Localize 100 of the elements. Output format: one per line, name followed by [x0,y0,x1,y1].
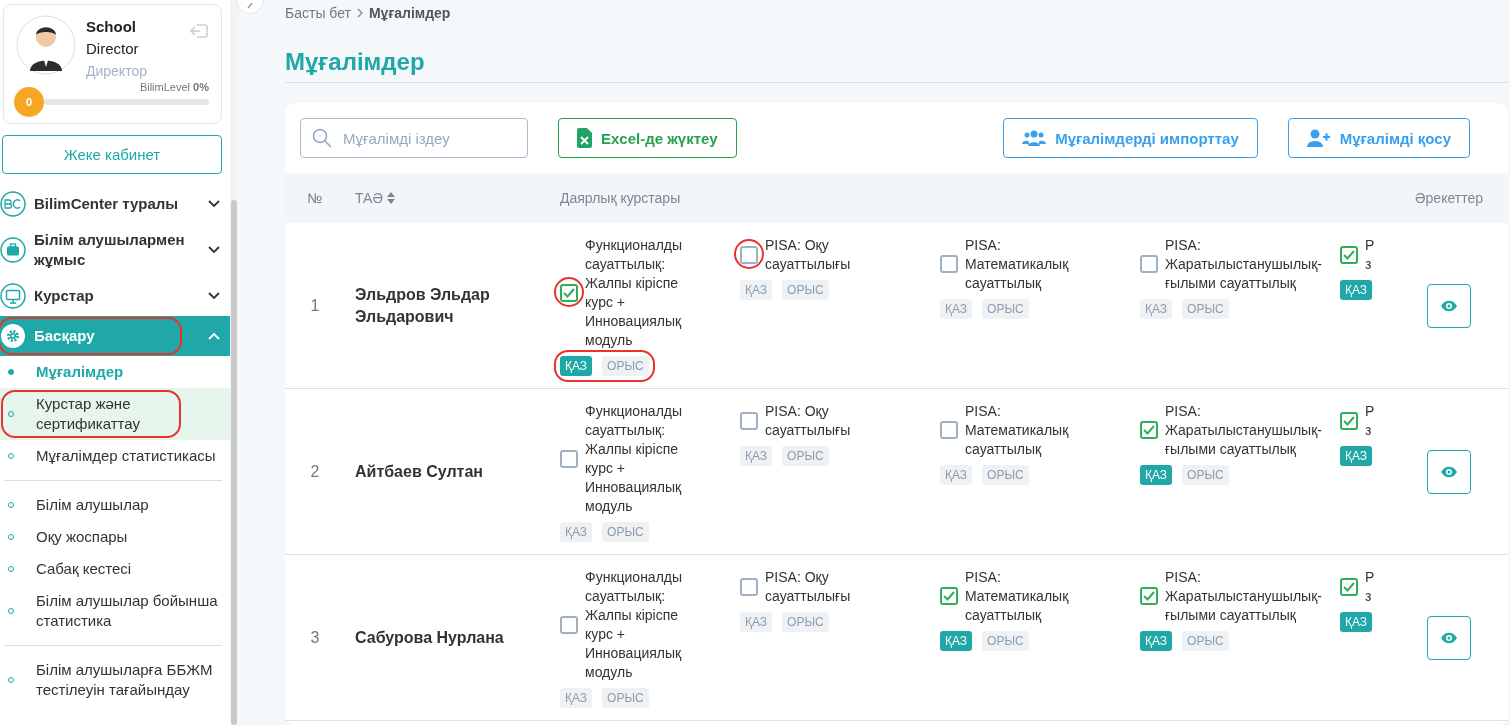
users-icon [1022,130,1047,146]
logout-icon[interactable] [189,23,209,39]
course-checkbox[interactable] [1140,587,1158,605]
language-tag[interactable]: ОРЫС [1182,630,1229,651]
user-role: Директор [86,63,148,79]
course-checkbox[interactable] [940,421,958,439]
add-button[interactable]: Мұғалімді қосу [1287,118,1470,158]
language-tag[interactable]: ОРЫС [1182,298,1229,319]
row-number: 2 [309,462,321,481]
row-number: 1 [309,296,321,315]
language-tag[interactable]: ОРЫС [602,687,649,708]
language-tag[interactable]: ҚАЗ [740,611,773,632]
language-tag[interactable]: ОРЫС [982,464,1029,485]
language-tag[interactable]: ҚАЗ [560,521,593,542]
language-tag[interactable]: ОРЫС [602,521,649,542]
view-button[interactable] [1427,615,1471,660]
course-title: Р з [1365,401,1375,440]
briefcase-icon [0,237,26,263]
user-surname: Director [86,40,140,57]
add-user-icon [1306,129,1331,147]
column-header: № [306,190,324,206]
sort-icon [386,192,395,204]
scrollbar-thumb[interactable] [231,200,237,725]
language-tag[interactable]: ҚАЗ [940,298,973,319]
chevron-down-icon [208,246,220,254]
language-tag[interactable]: ОРЫС [602,355,649,376]
language-tag[interactable]: ҚАЗ [560,355,593,376]
language-tag[interactable]: ҚАЗ [1340,445,1373,466]
course-title: PISA: Жаратылыстанушылық-ғылыми сауаттылық [1165,567,1323,625]
language-tag[interactable]: ОРЫС [782,611,829,632]
breadcrumb-link[interactable]: Басты бет [285,5,351,21]
course-checkbox[interactable] [560,615,578,634]
course-checkbox[interactable] [740,245,758,264]
eye-icon [1440,465,1458,478]
course-title: PISA: Оқу сауаттылығы [765,401,852,440]
chevron-right-icon [356,8,363,18]
course-title: PISA: Математикалық сауаттылық [965,567,1070,625]
view-button[interactable] [1427,283,1471,328]
course-title: Функционалды сауаттылық: Жалпы кіріспе курс + Инновациялық модуль [585,567,684,682]
user-name: School [86,18,137,35]
export-button[interactable]: Excel-де жүктеу [558,118,737,158]
language-tag[interactable]: ҚАЗ [1340,279,1373,300]
submenu-item[interactable]: Курстар және сертификаттау [0,388,230,440]
course-title: PISA: Жаратылыстанушылық-ғылыми сауаттылық [1165,235,1323,293]
language-tag[interactable]: ОРЫС [982,298,1029,319]
teacher-name: Эльдров Эльдар Эльдарович [355,285,490,325]
language-tag[interactable]: ҚАЗ [740,279,773,300]
course-checkbox[interactable] [740,577,758,596]
language-tag[interactable]: ҚАЗ [1140,464,1173,485]
course-checkbox[interactable] [940,587,958,605]
language-tag[interactable]: ҚАЗ [1340,611,1373,632]
language-tag[interactable]: ҚАЗ [940,464,973,485]
course-title: PISA: Оқу сауаттылығы [765,567,852,606]
gear-icon [0,323,26,349]
course-title: PISA: Жаратылыстанушылық-ғылыми сауаттылық [1165,401,1323,459]
language-tag[interactable]: ҚАЗ [940,630,973,651]
language-tag[interactable]: ОРЫС [782,445,829,466]
avatar [16,15,76,75]
cabinet-button[interactable]: Жеке кабинет [2,135,222,174]
monitor-icon [0,283,26,309]
course-checkbox[interactable] [740,411,758,430]
course-checkbox[interactable] [1140,255,1158,273]
course-checkbox[interactable] [940,255,958,273]
column-header: Әрекеттер [1415,190,1484,206]
teacher-name: Сабурова Нурлана [355,628,504,646]
course-title: PISA: Оқу сауаттылығы [765,235,852,274]
language-tag[interactable]: ҚАЗ [1140,298,1173,319]
course-title: PISA: Математикалық сауаттылық [965,235,1070,293]
chevron-down-icon [208,200,220,208]
course-checkbox[interactable] [560,283,578,302]
column-header[interactable]: ТАӘ [345,190,560,206]
course-checkbox[interactable] [1340,245,1358,264]
bc-logo-icon [0,191,26,217]
course-title: Функционалды сауаттылық: Жалпы кіріспе курс + Инновациялық модуль [585,235,684,350]
import-button[interactable]: Мұғалімдерді импорттау [1003,118,1258,158]
spreadsheet-file-icon [577,128,592,148]
nav-item[interactable]: Басқару [0,316,230,356]
chevron-up-icon [208,332,220,340]
page-title: Мұғалімдер [285,48,1508,83]
course-title: Р з [1365,567,1375,606]
language-tag[interactable]: ҚАЗ [560,687,593,708]
language-tag[interactable]: ОРЫС [982,630,1029,651]
view-button[interactable] [1427,449,1471,494]
teacher-name: Айтбаев Султан [355,462,483,480]
language-tag[interactable]: ОРЫС [782,279,829,300]
search-field[interactable]: Мұғалімді іздеу [300,118,528,158]
language-tag[interactable]: ҚАЗ [740,445,773,466]
course-checkbox[interactable] [1140,421,1158,439]
row-number: 3 [309,628,321,647]
course-title: Функционалды сауаттылық: Жалпы кіріспе курс + Инновациялық модуль [585,401,684,516]
level-label: BilimLevel 0% [139,81,209,93]
course-checkbox[interactable] [1340,411,1358,430]
language-tag[interactable]: ОРЫС [1182,464,1229,485]
course-checkbox[interactable] [560,449,578,468]
language-tag[interactable]: ҚАЗ [1140,630,1173,651]
course-title: Р з [1365,235,1375,274]
column-header: Даярлық курстары [560,190,681,206]
eye-icon [1440,299,1458,312]
bullet-icon [8,369,14,375]
course-checkbox[interactable] [1340,577,1358,596]
